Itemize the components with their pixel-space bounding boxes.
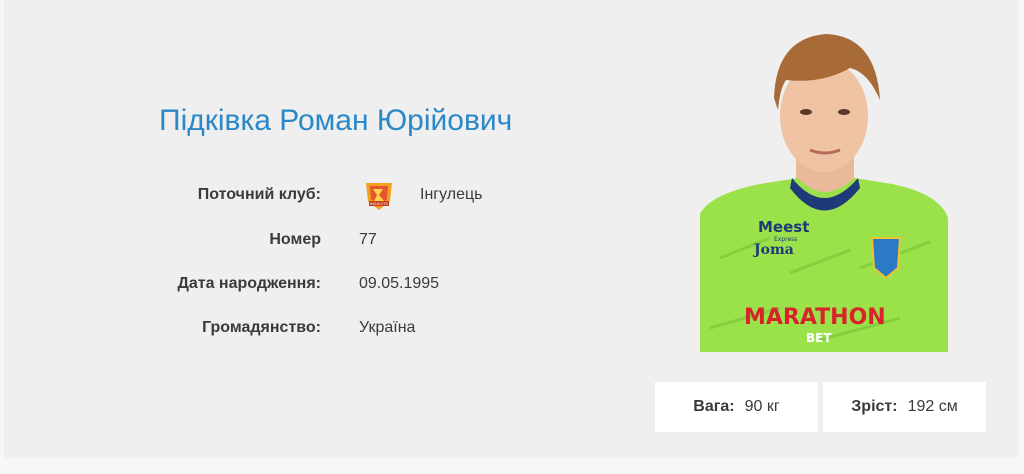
birthdate-value: 09.05.1995: [359, 275, 440, 292]
page-footer-strip: [4, 458, 1018, 474]
player-photo: Meest Express Joma MARATHON BET: [700, 28, 948, 352]
club-label: Поточний клуб:: [197, 186, 321, 203]
citizenship-row: Громадянство: Україна: [4, 319, 644, 343]
jersey-sponsor-main: MARATHON: [744, 305, 886, 330]
club-row: Поточний клуб: INGULETS Інгулець: [4, 183, 644, 210]
jersey-brand: Joma: [752, 242, 794, 258]
number-label: Номер: [269, 231, 321, 248]
jersey-sponsor-sub: BET: [806, 331, 832, 345]
weight-label: Вага:: [693, 398, 735, 415]
player-photo-image: Meest Express Joma MARATHON BET: [700, 34, 948, 352]
player-name: Підківка Роман Юрійович: [159, 104, 513, 137]
number-row: Номер 77: [4, 231, 644, 255]
birthdate-label: Дата народження:: [177, 275, 321, 292]
club-logo-icon[interactable]: INGULETS: [362, 179, 396, 213]
height-label: Зріст:: [851, 398, 898, 415]
birthdate-row: Дата народження: 09.05.1995: [4, 275, 644, 299]
citizenship-label: Громадянство:: [202, 319, 321, 336]
height-stat: Зріст: 192 см: [823, 382, 986, 432]
club-logo-text: INGULETS: [370, 202, 389, 206]
jersey-sponsor-top: Meest: [758, 218, 809, 236]
height-value: 192 см: [907, 398, 958, 415]
citizenship-value: Україна: [359, 319, 416, 336]
club-link[interactable]: Інгулець: [420, 186, 483, 204]
player-card: Підківка Роман Юрійович Поточний клуб: I…: [4, 0, 1018, 458]
weight-stat: Вага: 90 кг: [655, 382, 818, 432]
number-value: 77: [359, 231, 377, 248]
weight-value: 90 кг: [744, 398, 780, 415]
